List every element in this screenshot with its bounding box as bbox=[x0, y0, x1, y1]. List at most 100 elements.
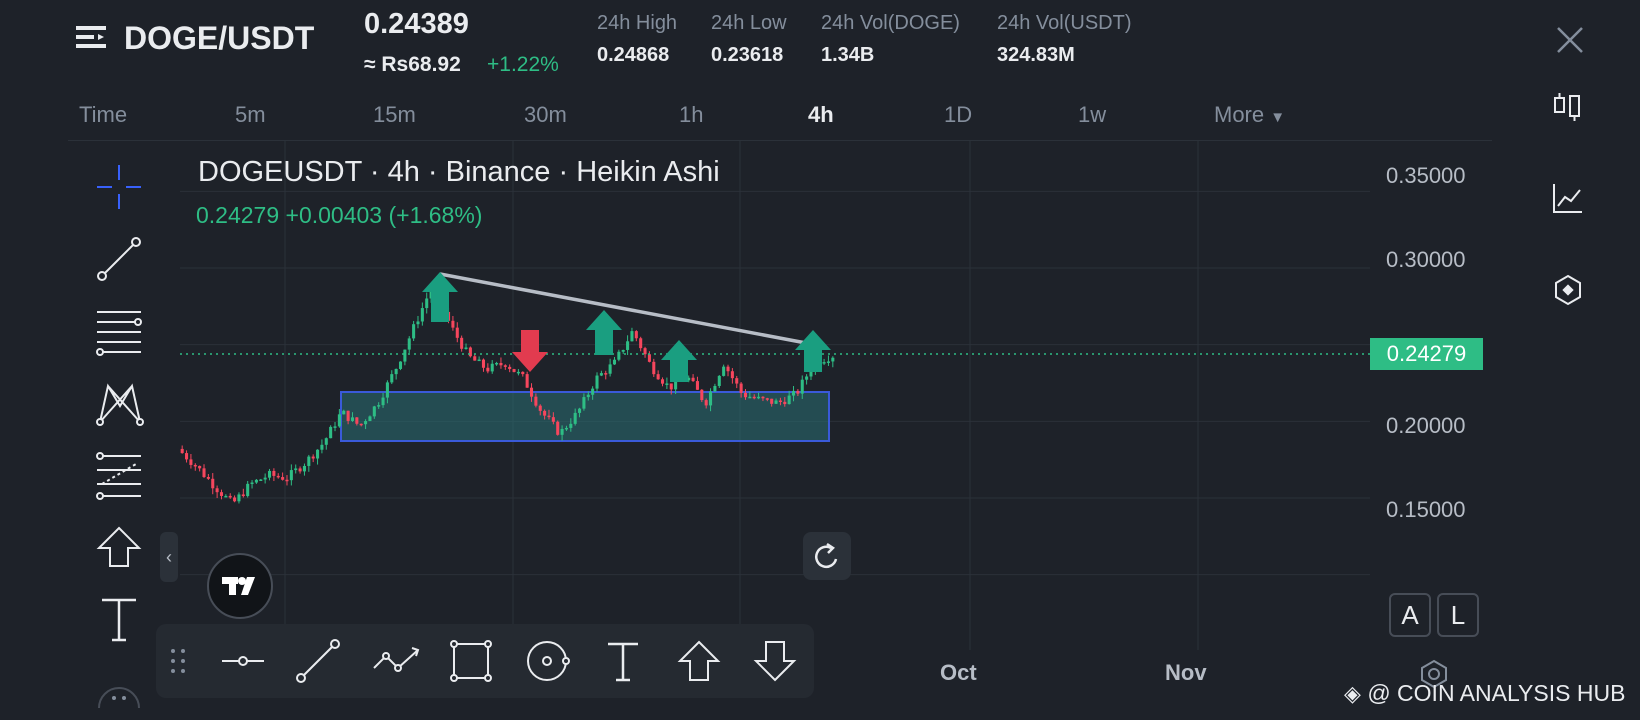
candle-down bbox=[639, 338, 643, 349]
tab-15m[interactable]: 15m bbox=[373, 102, 416, 128]
tradingview-logo[interactable] bbox=[207, 553, 273, 619]
horizontal-line-icon[interactable] bbox=[220, 638, 266, 684]
trendline-tool-icon[interactable] bbox=[94, 234, 144, 284]
candle-up bbox=[390, 374, 394, 383]
refresh-icon bbox=[815, 542, 838, 569]
candle-down bbox=[634, 331, 638, 339]
hexagon-settings-icon[interactable] bbox=[1550, 272, 1586, 308]
candle-up bbox=[787, 395, 791, 405]
candlestick-icon[interactable] bbox=[1550, 88, 1586, 124]
arrow-up-icon[interactable] bbox=[661, 340, 697, 382]
candle-up bbox=[748, 396, 752, 399]
candle-up bbox=[717, 375, 721, 386]
candle-up bbox=[630, 331, 634, 342]
circle-tool-icon[interactable] bbox=[524, 638, 570, 684]
candle-down bbox=[468, 347, 472, 357]
candle-up bbox=[350, 417, 355, 421]
candle-up bbox=[578, 408, 582, 413]
arrow-down-tool-icon[interactable] bbox=[752, 638, 798, 684]
candle-up bbox=[573, 412, 577, 424]
candle-down bbox=[189, 459, 193, 465]
tab-4h[interactable]: 4h bbox=[808, 102, 834, 128]
candle-up bbox=[831, 357, 835, 362]
candle-up bbox=[416, 321, 420, 325]
rectangle-tool-icon[interactable] bbox=[448, 638, 494, 684]
candle-up bbox=[263, 477, 267, 480]
stat-label-24h-high: 24h High bbox=[597, 12, 678, 34]
arrow-up-icon[interactable] bbox=[422, 272, 458, 322]
collapse-toolbar-button[interactable]: ‹ bbox=[160, 532, 178, 582]
fib-retracement-icon[interactable] bbox=[94, 306, 144, 356]
candle-up bbox=[582, 397, 586, 409]
tab-1w[interactable]: 1w bbox=[1078, 102, 1106, 128]
candle-down bbox=[604, 373, 608, 375]
tab-more[interactable]: More ▼ bbox=[1214, 102, 1285, 128]
candle-up bbox=[364, 421, 368, 425]
candle-down bbox=[206, 477, 210, 479]
candle-down bbox=[700, 389, 704, 401]
more-tools-icon[interactable] bbox=[94, 668, 144, 708]
candle-down bbox=[695, 381, 699, 390]
tab-1d[interactable]: 1D bbox=[944, 102, 972, 128]
candle-down bbox=[298, 468, 302, 472]
candle-down bbox=[460, 337, 464, 349]
tab-more-label: More bbox=[1214, 102, 1265, 127]
text-tool-icon[interactable] bbox=[600, 638, 646, 684]
candle-down bbox=[752, 396, 756, 399]
candle-down bbox=[512, 369, 516, 372]
pattern-tool-icon[interactable] bbox=[94, 378, 144, 428]
tab-1h[interactable]: 1h bbox=[679, 102, 703, 128]
watermark: ◈ @ COIN ANALYSIS HUB bbox=[1344, 680, 1625, 707]
candle-up bbox=[516, 371, 520, 374]
drag-handle-icon[interactable] bbox=[164, 638, 192, 684]
candle-up bbox=[403, 349, 407, 362]
menu-icon[interactable] bbox=[74, 22, 108, 56]
candle-down bbox=[180, 448, 184, 454]
candle-up bbox=[412, 324, 416, 339]
candle-up bbox=[342, 410, 346, 415]
candle-up bbox=[425, 298, 429, 309]
candle-up bbox=[800, 379, 804, 394]
pair-title[interactable]: DOGE/USDT bbox=[124, 20, 314, 57]
candle-down bbox=[778, 400, 782, 402]
text-tool-icon[interactable] bbox=[94, 594, 144, 644]
fiat-price: ≈ Rs68.92 bbox=[364, 53, 461, 76]
arrow-up-icon[interactable] bbox=[586, 310, 622, 355]
candle-down bbox=[486, 367, 490, 372]
tab-5m[interactable]: 5m bbox=[235, 102, 266, 128]
candle-down bbox=[202, 468, 206, 478]
path-tool-icon[interactable] bbox=[370, 638, 422, 684]
arrow-up-icon[interactable] bbox=[795, 330, 831, 372]
candle-down bbox=[761, 396, 765, 399]
log-scale-button[interactable]: L bbox=[1437, 593, 1479, 637]
candle-up bbox=[307, 456, 311, 466]
tab-30m[interactable]: 30m bbox=[524, 102, 567, 128]
close-icon[interactable] bbox=[1554, 24, 1586, 56]
arrow-up-tool-icon[interactable] bbox=[94, 522, 144, 572]
x-axis-tick: Nov bbox=[1165, 660, 1207, 685]
current-price-label: 0.24279 bbox=[1370, 338, 1483, 370]
indicator-chart-icon[interactable] bbox=[1550, 180, 1586, 216]
candle-down bbox=[743, 392, 748, 398]
y-axis-tick: 0.20000 bbox=[1386, 413, 1466, 438]
line-tool-icon[interactable] bbox=[295, 638, 341, 684]
candle-down bbox=[473, 356, 477, 361]
candle-down bbox=[503, 365, 507, 367]
candle-down bbox=[521, 371, 525, 375]
tab-time[interactable]: Time bbox=[79, 102, 127, 128]
reset-chart-button[interactable] bbox=[803, 532, 851, 580]
candle-up bbox=[250, 482, 254, 485]
tradingview-logo-icon bbox=[222, 577, 255, 595]
auto-scale-button[interactable]: A bbox=[1389, 593, 1431, 637]
candle-up bbox=[591, 388, 595, 395]
arrow-up-tool-icon[interactable] bbox=[676, 638, 722, 684]
resistance-trendline[interactable] bbox=[439, 272, 807, 345]
candle-up bbox=[665, 383, 669, 385]
candle-up bbox=[337, 414, 341, 427]
candle-down bbox=[691, 377, 695, 382]
crosshair-icon[interactable] bbox=[94, 162, 144, 212]
forecast-tool-icon[interactable] bbox=[94, 450, 144, 500]
watermark-text: @ COIN ANALYSIS HUB bbox=[1367, 680, 1626, 706]
candle-up bbox=[329, 426, 333, 439]
arrow-down-icon[interactable] bbox=[512, 330, 548, 372]
